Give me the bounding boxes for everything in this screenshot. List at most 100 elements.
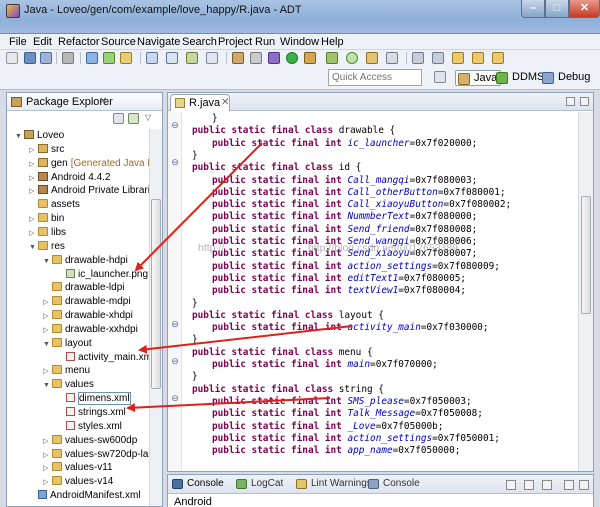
menu-window[interactable]: Window (280, 36, 319, 48)
collapsed-arrow-icon[interactable]: ▷ (29, 144, 38, 157)
last-edit-icon[interactable] (452, 52, 464, 64)
tree-item[interactable]: ▼ drawable-hdpi (43, 254, 128, 267)
collapsed-arrow-icon[interactable]: ▷ (43, 435, 52, 448)
avd-manager-icon[interactable] (103, 52, 115, 64)
tree-item[interactable]: styles.xml (57, 420, 122, 433)
tree-item[interactable]: ▼ res (29, 240, 65, 253)
close-tab-icon[interactable]: ✕ (221, 97, 229, 108)
save-all-icon[interactable] (40, 52, 52, 64)
fold-icon[interactable]: ⊖ (170, 357, 180, 367)
tree-item[interactable]: ic_launcher.png (57, 268, 148, 281)
minimize-view-icon[interactable] (566, 97, 575, 106)
menu-help[interactable]: Help (321, 36, 344, 48)
new-java-package-icon[interactable] (326, 52, 338, 64)
explorer-scroll-thumb[interactable] (151, 199, 161, 389)
collapsed-arrow-icon[interactable]: ▷ (29, 213, 38, 226)
open-console-icon[interactable] (524, 480, 534, 490)
tree-item[interactable]: ▷ drawable-mdpi (43, 295, 131, 308)
editor-scrollbar[interactable] (578, 112, 593, 471)
fold-icon[interactable]: ⊖ (170, 158, 180, 168)
tree-item[interactable]: drawable-ldpi (43, 281, 124, 294)
menu-edit[interactable]: Edit (33, 36, 52, 48)
menu-refactor[interactable]: Refactor (58, 36, 100, 48)
collapsed-arrow-icon[interactable]: ▷ (29, 185, 38, 198)
tree-item[interactable]: ▷ gen [Generated Java Fi (29, 157, 156, 170)
fold-icon[interactable]: ⊖ (170, 394, 180, 404)
open-task-icon[interactable] (366, 52, 378, 64)
expanded-arrow-icon[interactable]: ▼ (29, 241, 38, 254)
menu-search[interactable]: Search (182, 36, 217, 48)
new-java-class-icon[interactable] (346, 52, 358, 64)
android-sdk-icon[interactable] (86, 52, 98, 64)
tree-item[interactable]: dimens.xml (57, 392, 131, 406)
collapsed-arrow-icon[interactable]: ▷ (29, 227, 38, 240)
collapsed-arrow-icon[interactable]: ▷ (43, 324, 52, 337)
editor-tab-r-java[interactable]: R.java ✕ (170, 94, 230, 111)
tree-item[interactable]: ▷ values-sw720dp-lar (43, 448, 152, 461)
expanded-arrow-icon[interactable]: ▼ (43, 379, 52, 392)
display-console-icon[interactable] (506, 480, 516, 490)
search-icon[interactable] (386, 52, 398, 64)
fold-icon[interactable]: ⊖ (170, 121, 180, 131)
close-view-icon[interactable]: ✕ (99, 96, 107, 107)
run-icon[interactable] (286, 52, 298, 64)
view-menu-icon[interactable]: ▽ (145, 114, 154, 123)
menu-source[interactable]: Source (101, 36, 136, 48)
package-explorer-tab[interactable]: Package Explorer ✕ (7, 93, 162, 111)
tree-item[interactable]: ▷ values-v11 (43, 461, 113, 474)
pin-console-icon[interactable] (542, 480, 552, 490)
perspective-debug[interactable]: Debug (540, 70, 593, 86)
annotation-next-icon[interactable] (412, 52, 424, 64)
tree-item[interactable]: ▷ src (29, 143, 64, 156)
tree-item[interactable]: ▷ Android 4.4.2 (29, 171, 111, 184)
menu-run[interactable]: Run (255, 36, 275, 48)
maximize-view-icon[interactable] (580, 97, 589, 106)
expanded-arrow-icon[interactable]: ▼ (43, 255, 52, 268)
minimize-view-icon[interactable] (564, 480, 574, 490)
open-perspective-icon[interactable] (434, 71, 446, 83)
collapsed-arrow-icon[interactable]: ▷ (43, 365, 52, 378)
expanded-arrow-icon[interactable]: ▼ (15, 130, 24, 143)
debug-settings-icon[interactable] (250, 52, 262, 64)
tree-item[interactable]: ▷ drawable-xxhdpi (43, 323, 138, 336)
print-icon[interactable] (62, 52, 74, 64)
tree-item[interactable]: assets (29, 198, 80, 211)
collapsed-arrow-icon[interactable]: ▷ (43, 476, 52, 489)
tree-item[interactable]: ▷ values-v14 (43, 475, 113, 488)
external-tools-icon[interactable] (206, 52, 218, 64)
editor-scroll-thumb[interactable] (581, 196, 591, 314)
maximize-button[interactable]: □ (545, 0, 569, 18)
tree-item[interactable]: ▷ Android Private Librari (29, 184, 150, 197)
new-icon[interactable] (6, 52, 18, 64)
collapse-all-icon[interactable] (113, 113, 124, 124)
tree-item[interactable]: AndroidManifest.xml (29, 489, 141, 502)
collapsed-arrow-icon[interactable]: ▷ (43, 462, 52, 475)
collapsed-arrow-icon[interactable]: ▷ (43, 310, 52, 323)
tree-item[interactable]: ▷ values-sw600dp (43, 434, 137, 447)
menu-file[interactable]: File (9, 36, 27, 48)
tree-item[interactable]: activity_main.xml (57, 351, 154, 364)
save-icon[interactable] (24, 52, 36, 64)
new-android-project-icon[interactable] (146, 52, 158, 64)
quick-access-input[interactable] (328, 69, 422, 86)
tree-item[interactable]: ▷ drawable-xhdpi (43, 309, 133, 322)
back-icon[interactable] (472, 52, 484, 64)
tree-item[interactable]: ▷ menu (43, 364, 90, 377)
lint-icon[interactable] (120, 52, 132, 64)
new-xml-icon[interactable] (166, 52, 178, 64)
menu-navigate[interactable]: Navigate (137, 36, 180, 48)
open-type-icon[interactable] (232, 52, 244, 64)
minimize-button[interactable]: – (521, 0, 545, 18)
tree-item[interactable]: ▼ Loveo (15, 129, 64, 142)
external-run-icon[interactable] (304, 52, 316, 64)
menu-project[interactable]: Project (218, 36, 252, 48)
collapsed-arrow-icon[interactable]: ▷ (43, 296, 52, 309)
debug-icon[interactable] (268, 52, 280, 64)
tab-console[interactable]: Console (172, 478, 224, 489)
tree-item[interactable]: ▷ libs (29, 226, 66, 239)
tree-item[interactable]: strings.xml (57, 406, 126, 419)
tab-logcat[interactable]: LogCat (236, 478, 283, 489)
tree-item[interactable]: ▼ layout (43, 337, 92, 350)
tab-console-2[interactable]: Console (368, 478, 420, 489)
fold-icon[interactable]: ⊖ (170, 320, 180, 330)
